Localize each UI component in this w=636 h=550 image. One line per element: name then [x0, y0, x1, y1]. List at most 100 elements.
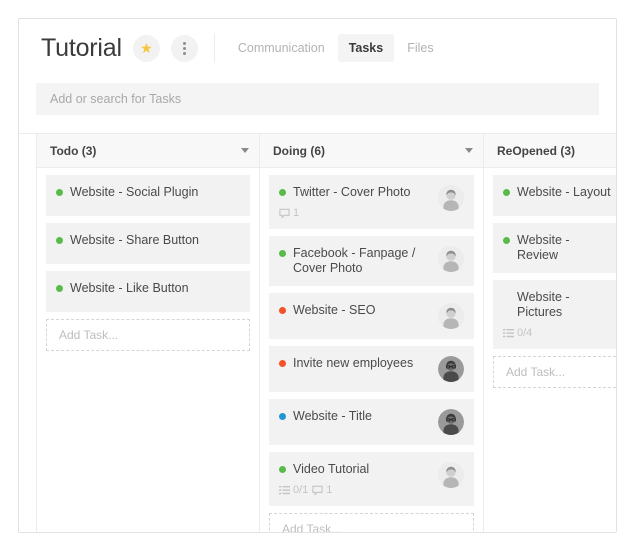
checklist-count: 0/4 — [517, 327, 533, 339]
task-title-row: Twitter - Cover Photo — [279, 185, 432, 200]
task-status-dot — [279, 189, 286, 196]
column-title: ReOpened (3) — [497, 143, 576, 158]
task-title: Facebook - Fanpage / Cover Photo — [293, 246, 416, 275]
avatar-image — [438, 462, 464, 488]
task-card[interactable]: Website - SEO — [269, 293, 474, 339]
task-content: Website - Social Plugin — [56, 185, 240, 200]
task-meta: 1 — [279, 207, 432, 219]
task-card[interactable]: Video Tutorial 0/1 1 — [269, 452, 474, 506]
column-header: Doing (6) — [260, 134, 483, 168]
task-card[interactable]: Website - Pictures 0/4 — [493, 280, 616, 349]
task-card[interactable]: Website - Title — [269, 399, 474, 445]
checklist-badge: 0/4 — [503, 327, 532, 339]
column-header: ReOpened (3) — [484, 134, 616, 168]
task-title: Website - Share Button — [70, 233, 200, 247]
task-card[interactable]: Website - Social Plugin — [46, 175, 250, 216]
task-content: Website - Review — [503, 233, 611, 263]
task-title-row: Website - SEO — [279, 303, 432, 318]
task-status-dot — [279, 250, 286, 257]
project-menu-button[interactable] — [170, 34, 198, 62]
comment-badge: 1 — [279, 207, 299, 219]
project-page-card: Tutorial ★ Communication Tasks Files Add o… — [18, 18, 617, 533]
task-title-row: Video Tutorial — [279, 462, 432, 477]
avatar[interactable] — [438, 462, 464, 488]
add-task-button[interactable]: Add Task... — [493, 356, 616, 388]
kanban-column: ReOpened (3) Website - Layout Website - Re… — [484, 134, 616, 532]
task-content: Website - SEO — [279, 303, 432, 318]
task-title: Website - Layout — [517, 185, 611, 199]
task-card[interactable]: Website - Layout — [493, 175, 616, 216]
column-task-list: Website - Social Plugin Website - Share B… — [37, 168, 259, 532]
task-card[interactable]: Invite new employees — [269, 346, 474, 392]
avatar[interactable] — [438, 303, 464, 329]
chevron-down-icon[interactable] — [465, 148, 473, 153]
avatar[interactable] — [438, 185, 464, 211]
add-task-button[interactable]: Add Task... — [46, 319, 250, 351]
add-task-button[interactable]: Add Task... — [269, 513, 474, 532]
comment-icon — [312, 485, 323, 496]
task-card[interactable]: Twitter - Cover Photo 1 — [269, 175, 474, 229]
column-header: Todo (3) — [37, 134, 259, 168]
task-status-dot — [56, 285, 63, 292]
comment-count: 1 — [326, 484, 333, 496]
task-title-row: Invite new employees — [279, 356, 432, 371]
task-status-dot — [279, 466, 286, 473]
comment-count: 1 — [293, 207, 300, 219]
task-card[interactable]: Website - Share Button — [46, 223, 250, 264]
avatar[interactable] — [438, 356, 464, 382]
task-content: Website - Title — [279, 409, 432, 424]
task-status-dot — [279, 413, 286, 420]
task-title: Website - Pictures — [517, 290, 570, 319]
page-title: Tutorial — [41, 33, 122, 62]
avatar[interactable] — [438, 246, 464, 272]
checklist-badge: 0/1 — [279, 484, 308, 496]
task-content: Facebook - Fanpage / Cover Photo — [279, 246, 432, 276]
task-title: Video Tutorial — [293, 462, 370, 476]
task-title-row: Facebook - Fanpage / Cover Photo — [279, 246, 432, 276]
task-content: Website - Pictures 0/4 — [503, 290, 611, 339]
task-status-dot — [279, 307, 286, 314]
task-title: Invite new employees — [293, 356, 414, 370]
page-header: Tutorial ★ Communication Tasks Files — [19, 19, 616, 77]
avatar[interactable] — [438, 409, 464, 435]
task-status-dot — [56, 237, 63, 244]
comment-badge: 1 — [312, 484, 332, 496]
favorite-star-button[interactable]: ★ — [132, 34, 160, 62]
avatar-image — [438, 185, 464, 211]
tab-files[interactable]: Files — [396, 34, 444, 62]
task-title: Website - Like Button — [70, 281, 189, 295]
task-title-row: Website - Layout — [503, 185, 611, 200]
task-card[interactable]: Website - Like Button — [46, 271, 250, 312]
kanban-column: Todo (3) Website - Social Plugin Website -… — [36, 134, 260, 532]
avatar-image — [438, 246, 464, 272]
column-title: Doing (6) — [273, 143, 325, 158]
checklist-icon — [279, 485, 290, 494]
task-title-row: Website - Review — [503, 233, 611, 263]
task-title: Website - SEO — [293, 303, 376, 317]
kanban-board: Todo (3) Website - Social Plugin Website -… — [19, 133, 616, 532]
tab-bar: Communication Tasks Files — [227, 34, 445, 62]
task-status-dot — [503, 189, 510, 196]
comment-icon — [279, 208, 290, 219]
task-content: Twitter - Cover Photo 1 — [279, 185, 432, 219]
task-content: Website - Like Button — [56, 281, 240, 296]
more-vertical-icon — [182, 41, 186, 55]
task-title-row: Website - Social Plugin — [56, 185, 240, 200]
tab-tasks[interactable]: Tasks — [337, 34, 395, 62]
task-title: Website - Title — [293, 409, 372, 423]
task-status-dot — [279, 360, 286, 367]
task-content: Video Tutorial 0/1 1 — [279, 462, 432, 496]
chevron-down-icon[interactable] — [241, 148, 249, 153]
task-card[interactable]: Facebook - Fanpage / Cover Photo — [269, 236, 474, 286]
task-card[interactable]: Website - Review — [493, 223, 616, 273]
task-content: Website - Share Button — [56, 233, 240, 248]
task-title-row: Website - Like Button — [56, 281, 240, 296]
task-status-dot — [56, 189, 63, 196]
header-divider — [213, 33, 215, 63]
task-title-row: Website - Title — [279, 409, 432, 424]
task-meta: 0/4 — [503, 327, 611, 339]
search-input[interactable]: Add or search for Tasks — [36, 83, 599, 115]
avatar-image — [438, 303, 464, 329]
tab-communication[interactable]: Communication — [227, 34, 336, 62]
task-content: Invite new employees — [279, 356, 432, 371]
